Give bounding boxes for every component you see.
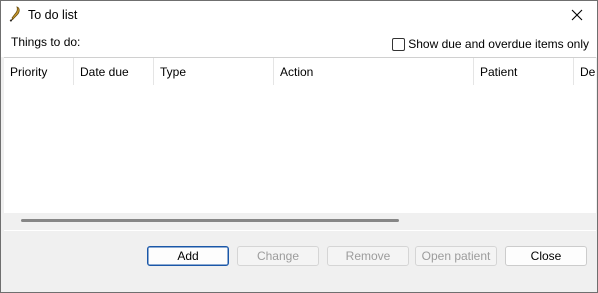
column-header-patient[interactable]: Patient xyxy=(474,58,574,85)
column-header-priority[interactable]: Priority xyxy=(4,58,74,85)
title-bar[interactable]: To do list xyxy=(1,1,597,28)
app-feather-icon xyxy=(8,6,22,22)
window-title: To do list xyxy=(28,8,78,22)
horizontal-scrollbar-thumb[interactable] xyxy=(21,219,399,222)
button-row: Add Change Remove Open patient Close xyxy=(1,246,597,266)
filter-bar: Things to do: Show due and overdue items… xyxy=(1,28,597,57)
todo-list-view[interactable]: Priority Date due Type Action Patient De xyxy=(4,57,596,231)
open-patient-button[interactable]: Open patient xyxy=(415,246,497,266)
close-button[interactable]: Close xyxy=(505,246,587,266)
dialog-body: Things to do: Show due and overdue items… xyxy=(1,28,597,292)
horizontal-scrollbar[interactable] xyxy=(4,213,596,230)
column-header-details[interactable]: De xyxy=(574,58,596,85)
show-due-checkbox[interactable]: Show due and overdue items only xyxy=(392,37,589,51)
column-header-date-due[interactable]: Date due xyxy=(74,58,154,85)
column-header-type[interactable]: Type xyxy=(154,58,274,85)
show-due-checkbox-box[interactable] xyxy=(392,37,406,51)
things-to-do-label: Things to do: xyxy=(11,35,81,49)
column-header-action[interactable]: Action xyxy=(274,58,474,85)
remove-button[interactable]: Remove xyxy=(327,246,409,266)
close-window-icon[interactable] xyxy=(557,1,597,28)
change-button[interactable]: Change xyxy=(237,246,319,266)
list-header: Priority Date due Type Action Patient De xyxy=(4,58,596,85)
todo-window: To do list Things to do: Show due and ov… xyxy=(0,0,598,293)
show-due-checkbox-label[interactable]: Show due and overdue items only xyxy=(408,37,589,51)
add-button[interactable]: Add xyxy=(147,246,229,266)
